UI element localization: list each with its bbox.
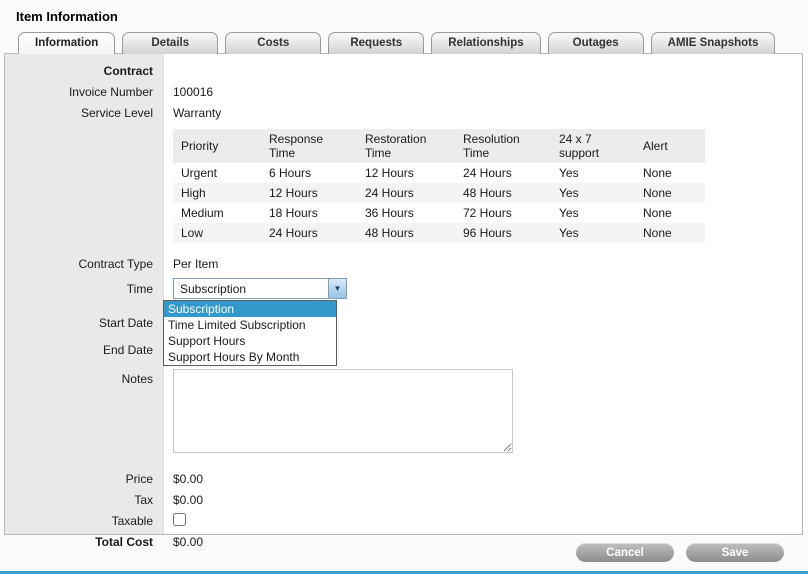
cell-support: Yes xyxy=(551,183,635,203)
tab-bar: Information Details Costs Requests Relat… xyxy=(0,32,808,54)
notes-label: Notes xyxy=(5,369,163,386)
taxable-row: Taxable xyxy=(5,510,802,531)
cell-restoration: 12 Hours xyxy=(357,163,455,183)
chevron-down-icon[interactable]: ▼ xyxy=(328,279,346,298)
total-cost-value: $0.00 xyxy=(163,535,203,549)
sla-table-wrap: Priority Response Time Restoration Time … xyxy=(173,129,802,243)
time-option-support-hours-by-month[interactable]: Support Hours By Month xyxy=(164,349,336,365)
information-panel: Contract Invoice Number 100016 Service L… xyxy=(4,53,803,535)
cell-support: Yes xyxy=(551,163,635,183)
table-row: Urgent 6 Hours 12 Hours 24 Hours Yes Non… xyxy=(173,163,705,183)
taxable-checkbox[interactable] xyxy=(173,513,186,526)
price-value: $0.00 xyxy=(163,472,203,486)
cell-resolution: 48 Hours xyxy=(455,183,551,203)
time-option-subscription[interactable]: Subscription xyxy=(164,301,336,317)
service-level-label: Service Level xyxy=(5,106,163,120)
cell-response: 24 Hours xyxy=(261,223,357,243)
notes-textarea[interactable] xyxy=(173,369,513,453)
invoice-number-label: Invoice Number xyxy=(5,85,163,99)
time-option-support-hours[interactable]: Support Hours xyxy=(164,333,336,349)
table-row: Medium 18 Hours 36 Hours 72 Hours Yes No… xyxy=(173,203,705,223)
notes-row: Notes xyxy=(5,369,802,456)
cell-response: 6 Hours xyxy=(261,163,357,183)
contract-type-value: Per Item xyxy=(163,257,218,271)
time-dropdown-list: Subscription Time Limited Subscription S… xyxy=(163,300,337,366)
sla-header-priority: Priority xyxy=(173,129,261,163)
sla-header-response-time: Response Time xyxy=(261,129,357,163)
table-row: Low 24 Hours 48 Hours 96 Hours Yes None xyxy=(173,223,705,243)
sla-header-24x7-support: 24 x 7 support xyxy=(551,129,635,163)
end-date-row: End Date xyxy=(5,336,802,363)
price-row: Price $0.00 xyxy=(5,468,802,489)
tax-label: Tax xyxy=(5,493,163,507)
cell-support: Yes xyxy=(551,223,635,243)
cell-restoration: 48 Hours xyxy=(357,223,455,243)
page-title: Item Information xyxy=(0,0,808,32)
section-header-row: Contract xyxy=(5,60,802,81)
cell-restoration: 24 Hours xyxy=(357,183,455,203)
invoice-number-row: Invoice Number 100016 xyxy=(5,81,802,102)
cell-alert: None xyxy=(635,203,705,223)
tab-costs[interactable]: Costs xyxy=(225,32,321,54)
tab-information[interactable]: Information xyxy=(18,32,115,54)
end-date-label: End Date xyxy=(5,343,163,357)
tax-value: $0.00 xyxy=(163,493,203,507)
section-header-contract: Contract xyxy=(5,64,163,78)
cell-resolution: 24 Hours xyxy=(455,163,551,183)
cell-support: Yes xyxy=(551,203,635,223)
cell-alert: None xyxy=(635,223,705,243)
sla-header-row: Priority Response Time Restoration Time … xyxy=(173,129,705,163)
taxable-label: Taxable xyxy=(5,514,163,528)
price-label: Price xyxy=(5,472,163,486)
cell-priority: Urgent xyxy=(173,163,261,183)
tax-row: Tax $0.00 xyxy=(5,489,802,510)
time-label: Time xyxy=(5,282,163,296)
time-row: Time Subscription ▼ Subscription Time Li… xyxy=(5,278,802,299)
service-level-row: Service Level Warranty xyxy=(5,102,802,123)
cell-priority: Low xyxy=(173,223,261,243)
tab-details[interactable]: Details xyxy=(122,32,218,54)
cell-alert: None xyxy=(635,163,705,183)
total-cost-label: Total Cost xyxy=(5,535,163,549)
tab-relationships[interactable]: Relationships xyxy=(431,32,540,54)
contract-type-row: Contract Type Per Item xyxy=(5,253,802,274)
tab-amie-snapshots[interactable]: AMIE Snapshots xyxy=(651,32,776,54)
cell-resolution: 96 Hours xyxy=(455,223,551,243)
time-select-value: Subscription xyxy=(174,279,328,298)
item-information-window: Item Information Information Details Cos… xyxy=(0,0,808,574)
cell-restoration: 36 Hours xyxy=(357,203,455,223)
tab-requests[interactable]: Requests xyxy=(328,32,424,54)
sla-header-restoration-time: Restoration Time xyxy=(357,129,455,163)
cell-priority: Medium xyxy=(173,203,261,223)
start-date-row: Start Date xyxy=(5,309,802,336)
contract-form: Contract Invoice Number 100016 Service L… xyxy=(5,54,802,552)
cell-alert: None xyxy=(635,183,705,203)
service-level-value: Warranty xyxy=(163,106,221,120)
table-row: High 12 Hours 24 Hours 48 Hours Yes None xyxy=(173,183,705,203)
cell-response: 12 Hours xyxy=(261,183,357,203)
sla-table: Priority Response Time Restoration Time … xyxy=(173,129,705,243)
sla-header-resolution-time: Resolution Time xyxy=(455,129,551,163)
sla-header-alert: Alert xyxy=(635,129,705,163)
cell-priority: High xyxy=(173,183,261,203)
total-cost-row: Total Cost $0.00 xyxy=(5,531,802,552)
start-date-label: Start Date xyxy=(5,316,163,330)
cell-response: 18 Hours xyxy=(261,203,357,223)
tab-outages[interactable]: Outages xyxy=(548,32,644,54)
time-select[interactable]: Subscription ▼ xyxy=(173,278,347,299)
contract-type-label: Contract Type xyxy=(5,257,163,271)
invoice-number-value: 100016 xyxy=(163,85,213,99)
time-select-anchor: Subscription ▼ Subscription Time Limited… xyxy=(163,278,347,299)
cell-resolution: 72 Hours xyxy=(455,203,551,223)
time-option-time-limited-subscription[interactable]: Time Limited Subscription xyxy=(164,317,336,333)
